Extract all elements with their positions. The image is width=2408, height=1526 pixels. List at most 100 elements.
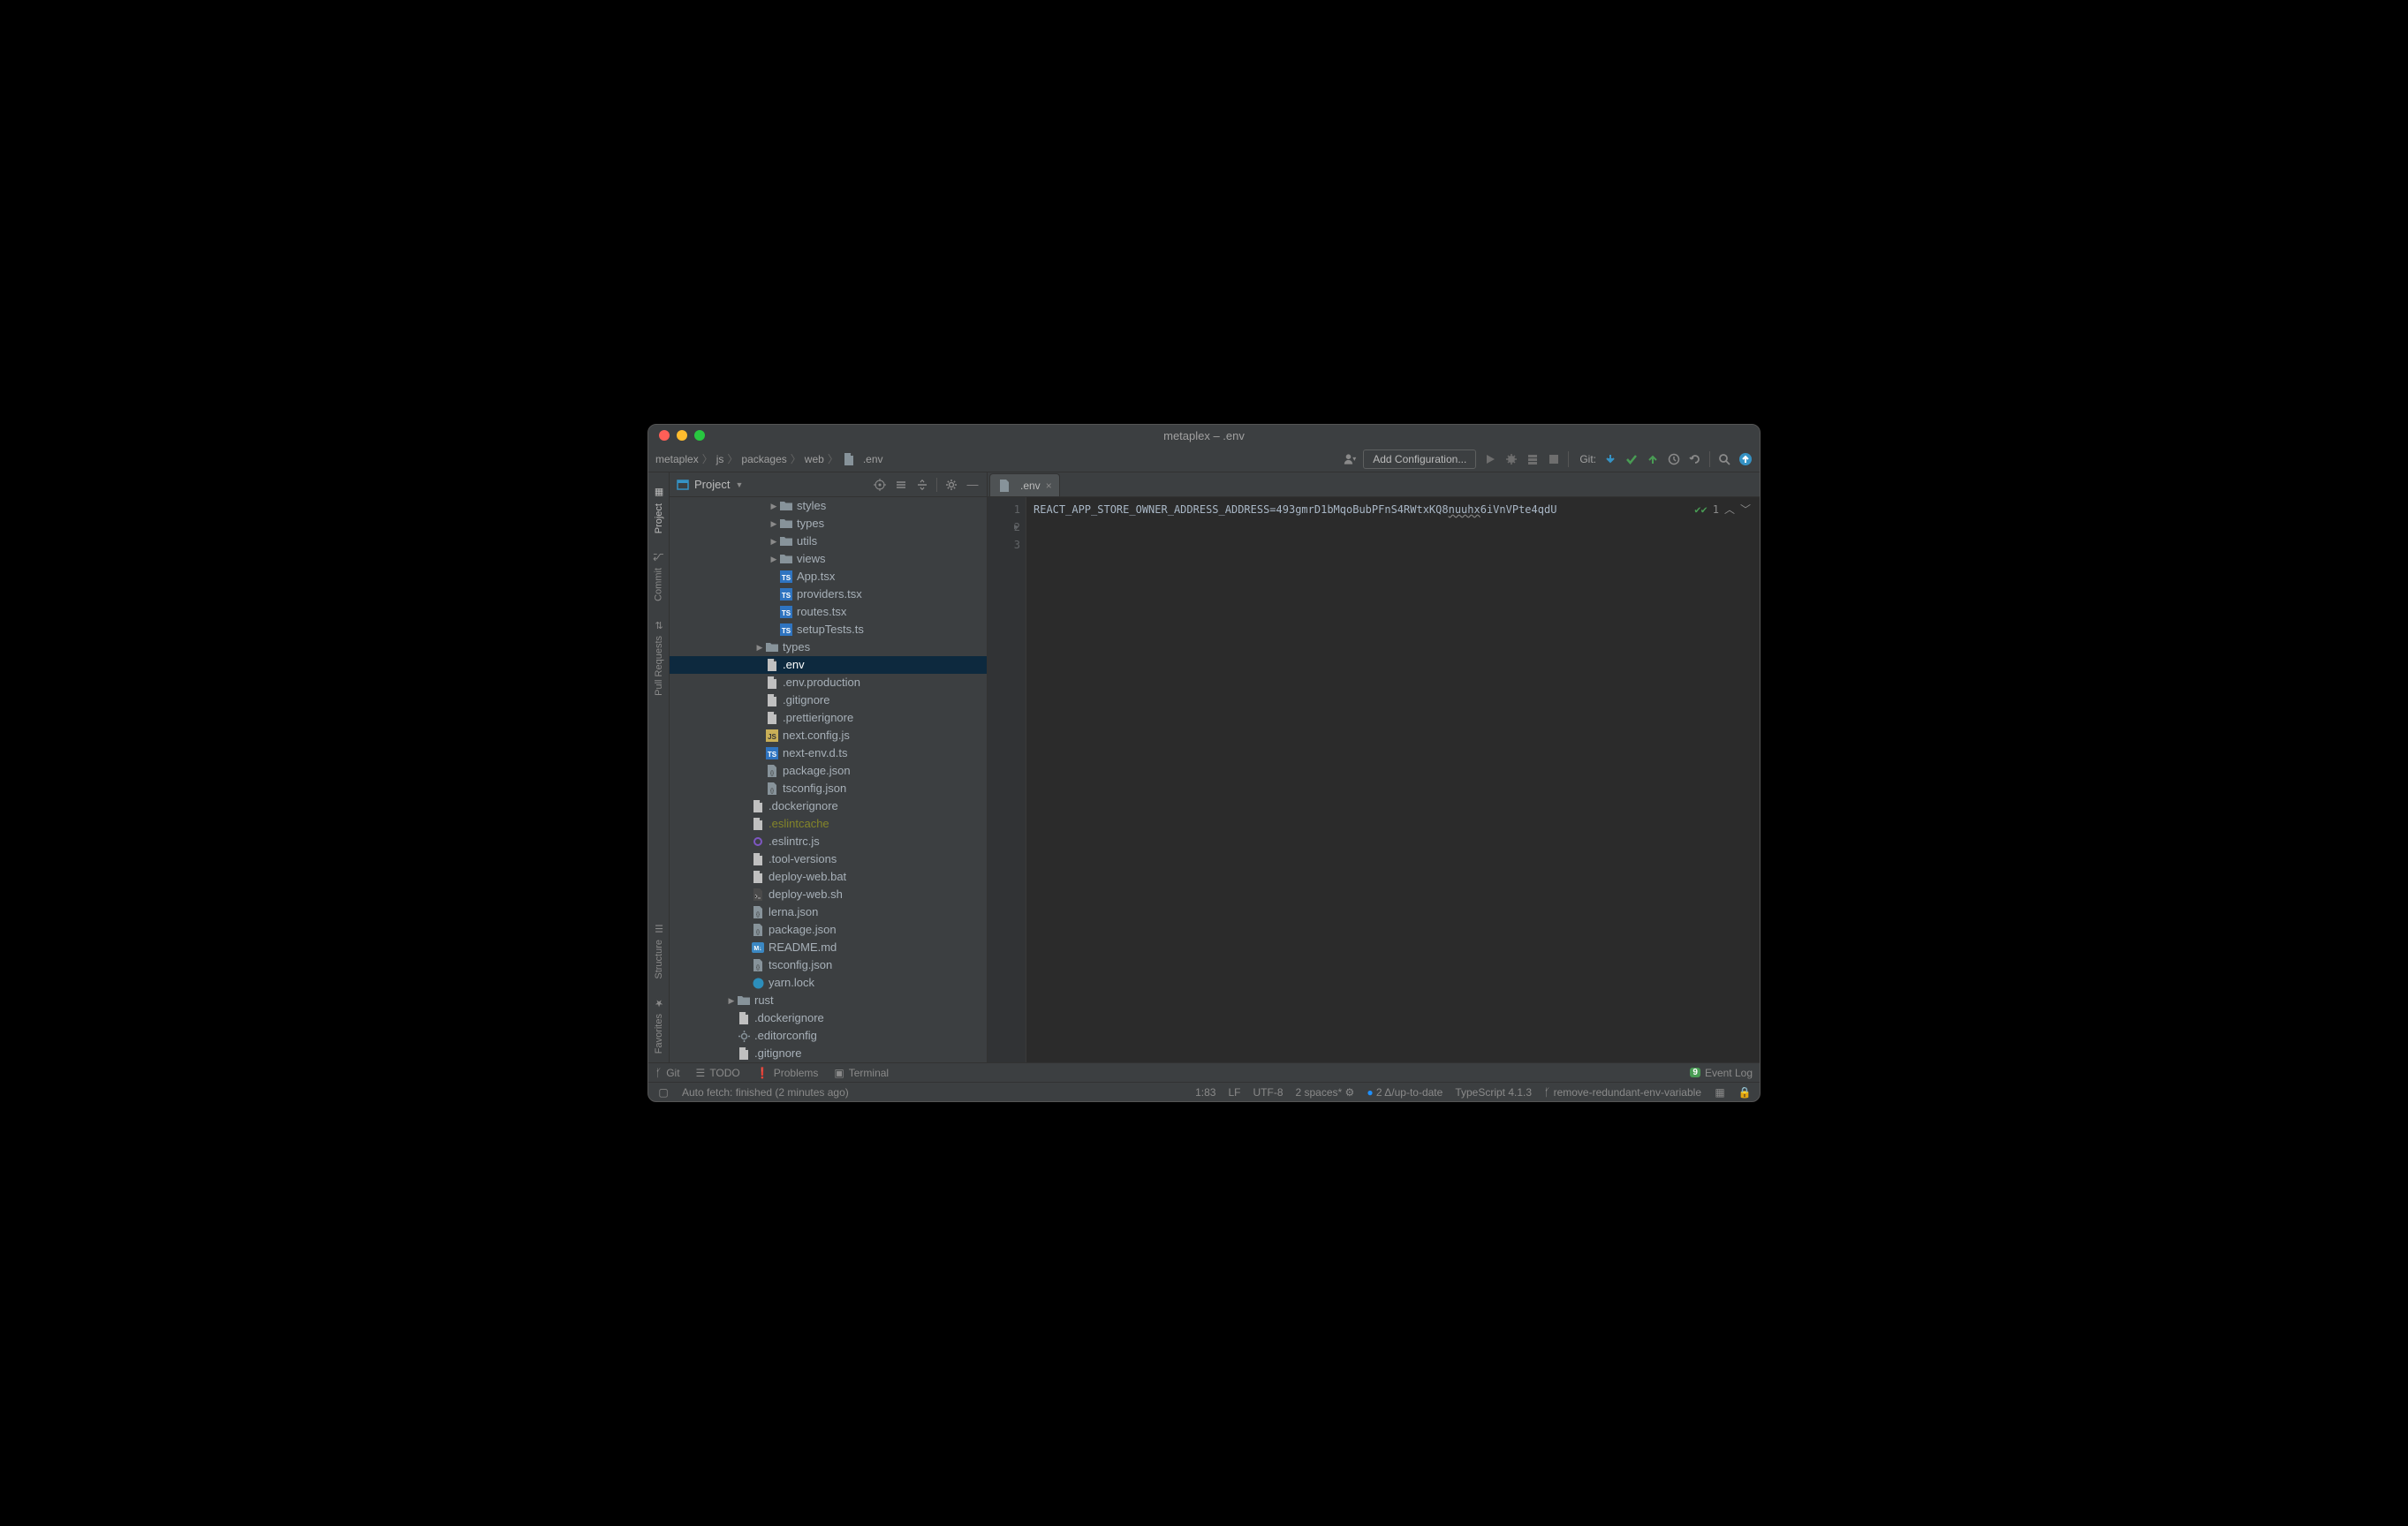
stop-icon[interactable] [1547,452,1561,466]
git-pull-icon[interactable] [1603,452,1617,466]
tree-row[interactable]: deploy-web.sh [670,886,987,903]
debug-icon[interactable] [1504,452,1518,466]
sync-icon[interactable] [1738,452,1753,466]
rail-project[interactable]: Project ▦ [654,478,664,542]
tree-row[interactable]: .dockerignore [670,797,987,815]
project-tree[interactable]: ▶styles▶types▶utils▶viewsTSApp.tsxTSprov… [670,497,987,1062]
search-icon[interactable] [1717,452,1731,466]
expand-toggle-icon[interactable]: ▶ [754,638,765,656]
tree-row[interactable]: {}tsconfig.json [670,780,987,797]
tree-row[interactable]: .dockerignore [670,1009,987,1027]
breadcrumb-item[interactable]: .env [863,453,883,465]
breadcrumb-item[interactable]: packages [741,453,786,465]
tree-row[interactable]: yarn.lock [670,974,987,992]
indent-setting[interactable]: 2 spaces* ⚙ [1296,1086,1355,1099]
svg-text:TS: TS [782,609,791,617]
tree-row[interactable]: {}lerna.json [670,903,987,921]
git-commit-icon[interactable] [1624,452,1639,466]
history-icon[interactable] [1667,452,1681,466]
inspection-widget[interactable]: ✔✔ 1 ︿ ﹀ [1694,501,1751,518]
gear-icon[interactable] [944,478,958,492]
tree-row[interactable]: TSApp.tsx [670,568,987,585]
tree-row[interactable]: .gitignore [670,691,987,709]
file-encoding[interactable]: UTF-8 [1253,1086,1284,1099]
tree-row[interactable]: ▶utils [670,533,987,550]
tree-row[interactable]: TSnext-env.d.ts [670,744,987,762]
expand-toggle-icon[interactable]: ▶ [726,992,737,1009]
rail-structure[interactable]: Structure ☰ [654,914,664,988]
lock-icon[interactable]: 🔒 [1738,1086,1751,1099]
tree-row[interactable]: .env.production [670,674,987,691]
json-icon: {} [765,782,779,796]
run-icon[interactable] [1483,452,1497,466]
tree-row[interactable]: ▶types [670,638,987,656]
tree-row[interactable]: .gitignore [670,1045,987,1062]
tree-row[interactable]: ▶views [670,550,987,568]
tool-git[interactable]: ᚶGit [655,1067,680,1079]
expand-all-icon[interactable] [894,478,908,492]
close-tab-icon[interactable]: × [1046,480,1052,492]
tree-row[interactable]: {}package.json [670,762,987,780]
tree-row[interactable]: ▶styles [670,497,987,515]
tree-item-label: .eslintrc.js [769,833,820,850]
tree-row[interactable]: ▶types [670,515,987,533]
chevron-up-icon[interactable]: ︿ [1724,501,1735,518]
tree-row[interactable]: {}package.json [670,921,987,939]
tree-row[interactable]: ▶rust [670,992,987,1009]
collapse-all-icon[interactable] [915,478,929,492]
tool-window-icon[interactable]: ▢ [657,1086,670,1099]
breadcrumb-item[interactable]: metaplex [655,453,699,465]
project-pane-title[interactable]: Project ▼ [677,478,743,491]
expand-toggle-icon[interactable]: ▶ [769,515,779,533]
git-status[interactable]: ● 2 Δ/up-to-date [1367,1086,1443,1099]
tool-windows-bar: ᚶGit ☰TODO ❗Problems ▣Terminal 9Event Lo… [648,1062,1760,1082]
rail-favorites[interactable]: Favorites ★ [654,988,664,1062]
breadcrumb-item[interactable]: web [805,453,824,465]
tree-row[interactable]: JSnext.config.js [670,727,987,744]
user-icon[interactable]: ▾ [1342,452,1356,466]
tree-row[interactable]: {}tsconfig.json [670,956,987,974]
expand-toggle-icon[interactable]: ▶ [769,497,779,515]
rail-commit[interactable]: Commit ⎇ [653,542,664,610]
tree-row[interactable]: .eslintcache [670,815,987,833]
tree-row[interactable]: TSproviders.tsx [670,585,987,603]
code-text-typo: nuuhx [1449,503,1480,516]
code-editor[interactable]: 123 ▶ REACT_APP_STORE_OWNER_ADDRESS_ADDR… [988,497,1760,1062]
tree-row[interactable]: M↓README.md [670,939,987,956]
expand-toggle-icon[interactable]: ▶ [769,533,779,550]
git-branch[interactable]: ᚶ remove-redundant-env-variable [1544,1086,1701,1099]
tree-row[interactable]: .prettierignore [670,709,987,727]
tree-row[interactable]: .tool-versions [670,850,987,868]
tool-todo[interactable]: ☰TODO [696,1067,740,1079]
tool-event-log[interactable]: 9Event Log [1690,1067,1753,1079]
tree-item-label: setupTests.ts [797,621,864,638]
rollback-icon[interactable] [1688,452,1702,466]
chevron-down-icon[interactable]: ﹀ [1740,501,1751,518]
txt-icon [765,658,779,672]
typescript-version[interactable]: TypeScript 4.1.3 [1455,1086,1532,1099]
add-configuration-button[interactable]: Add Configuration... [1363,449,1476,469]
tree-row[interactable]: .editorconfig [670,1027,987,1045]
line-separator[interactable]: LF [1228,1086,1240,1099]
tree-row[interactable]: TSsetupTests.ts [670,621,987,638]
txt-icon [751,799,765,813]
breadcrumb-item[interactable]: js [716,453,724,465]
git-push-icon[interactable] [1646,452,1660,466]
rail-pull-requests[interactable]: Pull Requests ⇅ [654,610,664,705]
tree-item-label: .editorconfig [754,1027,817,1045]
expand-toggle-icon[interactable]: ▶ [769,550,779,568]
locate-icon[interactable] [873,478,887,492]
code-content[interactable]: ▶ REACT_APP_STORE_OWNER_ADDRESS_ADDRESS=… [1026,497,1760,1062]
tree-row[interactable]: .eslintrc.js [670,833,987,850]
memory-icon[interactable]: ▦ [1714,1086,1726,1099]
editor-tab[interactable]: .env × [989,473,1060,496]
minimize-pane-icon[interactable]: — [965,478,980,492]
fold-icon[interactable]: ▶ [1014,518,1018,536]
tree-row[interactable]: deploy-web.bat [670,868,987,886]
tool-problems[interactable]: ❗Problems [756,1067,819,1079]
tool-terminal[interactable]: ▣Terminal [834,1067,889,1079]
coverage-icon[interactable] [1526,452,1540,466]
tree-row[interactable]: TSroutes.tsx [670,603,987,621]
tree-row[interactable]: .env [670,656,987,674]
cursor-position[interactable]: 1:83 [1195,1086,1215,1099]
